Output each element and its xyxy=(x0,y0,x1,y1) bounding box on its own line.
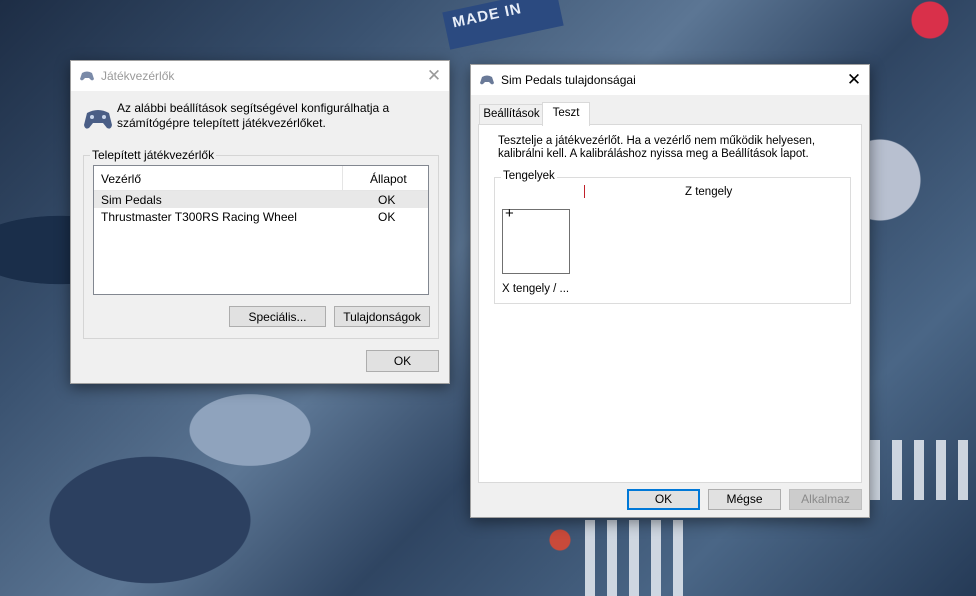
test-tab-panel: Tesztelje a játékvezérlőt. Ha a vezérlő … xyxy=(478,124,862,483)
description-text: Az alábbi beállítások segítségével konfi… xyxy=(117,101,390,130)
column-header-status[interactable]: Állapot xyxy=(370,172,407,186)
table-row[interactable]: Sim Pedals OK xyxy=(94,191,428,208)
gamepad-icon xyxy=(84,110,112,129)
window-title: Sim Pedals tulajdonságai xyxy=(501,73,636,87)
ok-button[interactable]: OK xyxy=(627,489,700,510)
installed-controllers-group: Telepített játékvezérlők Vezérlő Állapot… xyxy=(83,148,439,339)
table-row[interactable]: Thrustmaster T300RS Racing Wheel OK xyxy=(94,208,428,225)
game-controllers-titlebar[interactable]: Játékvezérlők ✕ xyxy=(71,61,449,91)
axes-group-label: Tengelyek xyxy=(501,170,557,182)
gamepad-icon xyxy=(480,75,494,85)
game-controllers-window: Játékvezérlők ✕ Az alábbi beállítások se… xyxy=(70,60,450,384)
instructions-text: Tesztelje a játékvezérlőt. Ha a vezérlő … xyxy=(498,135,816,160)
background-crosswalk xyxy=(585,520,695,596)
list-header: Vezérlő Állapot xyxy=(94,166,428,191)
controller-name: Thrustmaster T300RS Racing Wheel xyxy=(101,210,297,224)
advanced-button[interactable]: Speciális... xyxy=(229,306,326,327)
z-axis-label: Z tengely xyxy=(685,186,733,198)
properties-button[interactable]: Tulajdonságok xyxy=(334,306,430,327)
crosshair-marker: + xyxy=(505,205,514,222)
xy-axis-box: + xyxy=(502,205,570,274)
apply-button: Alkalmaz xyxy=(789,489,862,510)
properties-titlebar[interactable]: Sim Pedals tulajdonságai ✕ xyxy=(471,65,869,95)
gamepad-icon xyxy=(80,71,94,81)
background-crosswalk xyxy=(870,440,976,500)
ok-button[interactable]: OK xyxy=(366,350,439,372)
window-title: Játékvezérlők xyxy=(101,69,175,83)
controllers-list[interactable]: Vezérlő Állapot Sim Pedals OK Thrustmast… xyxy=(93,165,429,295)
controller-status: OK xyxy=(378,193,396,207)
axes-group: Tengelyek Z tengely + X tengely / ... xyxy=(494,170,851,304)
column-divider xyxy=(342,166,343,190)
column-header-controller[interactable]: Vezérlő xyxy=(101,172,141,186)
controller-name: Sim Pedals xyxy=(101,193,162,207)
properties-window: Sim Pedals tulajdonságai ✕ Beállítások T… xyxy=(470,64,870,518)
close-button[interactable]: ✕ xyxy=(419,61,449,91)
controller-status: OK xyxy=(378,210,396,224)
tab-test[interactable]: Teszt xyxy=(542,102,590,126)
background-sign: MADE IN xyxy=(442,0,564,50)
xy-axis-label: X tengely / ... xyxy=(502,283,570,295)
group-label: Telepített játékvezérlők xyxy=(90,148,217,162)
cancel-button[interactable]: Mégse xyxy=(708,489,781,510)
z-axis-indicator xyxy=(584,185,585,198)
tab-settings[interactable]: Beállítások xyxy=(479,104,544,125)
close-button[interactable]: ✕ xyxy=(839,65,869,95)
